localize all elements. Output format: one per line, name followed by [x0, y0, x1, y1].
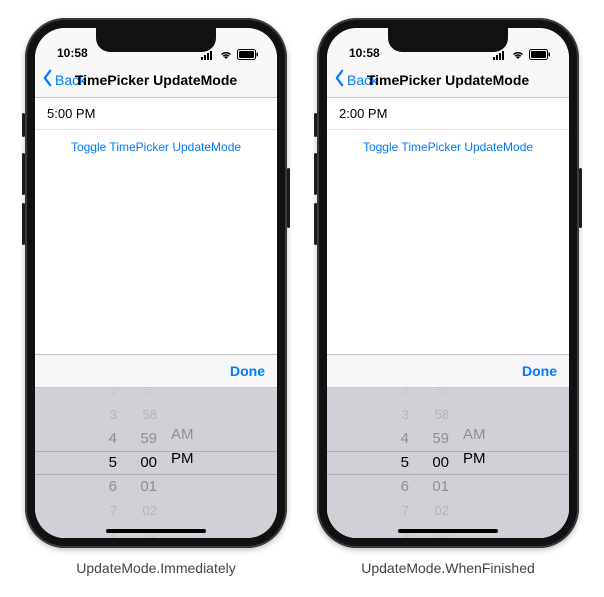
picker-item[interactable]: 3: [381, 403, 409, 427]
time-picker-wheel[interactable]: 2 3 4 5 6 7 8 57 58 59 00: [35, 388, 277, 538]
picker-item[interactable]: 7: [381, 499, 409, 523]
picker-item[interactable]: 00: [421, 451, 449, 475]
picker-item[interactable]: [171, 401, 203, 423]
picker-item[interactable]: 57: [129, 388, 157, 403]
time-picker-field[interactable]: 2:00 PM: [327, 98, 569, 130]
phone-frame-right: 10:58 Back TimePicker UpdateMode 2:0: [317, 18, 579, 548]
home-indicator[interactable]: [106, 529, 206, 533]
picker-item[interactable]: 01: [421, 475, 449, 499]
picker-toolbar: Done: [327, 354, 569, 388]
picker-item[interactable]: 3: [89, 403, 117, 427]
picker-item[interactable]: [463, 471, 495, 493]
chevron-left-icon: [333, 69, 346, 90]
picker-item[interactable]: PM: [463, 447, 495, 471]
picker-item[interactable]: AM: [171, 423, 203, 447]
status-time: 10:58: [349, 46, 380, 60]
picker-item[interactable]: [171, 494, 203, 516]
toggle-updatemode-button[interactable]: Toggle TimePicker UpdateMode: [327, 130, 569, 164]
picker-minute-column[interactable]: 57 58 59 00 01 02 03: [129, 388, 157, 538]
picker-minute-column[interactable]: 57 58 59 00 01 02 03: [421, 388, 449, 538]
time-picker-wheel[interactable]: 2 3 4 5 6 7 8 57 58 59 00: [327, 388, 569, 538]
chevron-left-icon: [41, 69, 54, 90]
picker-item[interactable]: 01: [129, 475, 157, 499]
picker-item[interactable]: 4: [89, 427, 117, 451]
picker-item[interactable]: 2: [89, 388, 117, 403]
picker-ampm-column[interactable]: AM PM: [463, 388, 495, 538]
picker-item[interactable]: [463, 401, 495, 423]
picker-item[interactable]: [171, 388, 203, 401]
toggle-updatemode-button[interactable]: Toggle TimePicker UpdateMode: [35, 130, 277, 164]
notch: [96, 28, 216, 52]
page-title: TimePicker UpdateMode: [75, 72, 237, 88]
battery-icon: [529, 49, 551, 60]
picker-item[interactable]: 58: [421, 403, 449, 427]
picker-item[interactable]: 58: [129, 403, 157, 427]
caption-left: UpdateMode.Immediately: [76, 560, 236, 576]
picker-item[interactable]: AM: [463, 423, 495, 447]
picker-item[interactable]: 57: [421, 388, 449, 403]
picker-item[interactable]: 6: [89, 475, 117, 499]
nav-bar: Back TimePicker UpdateMode: [327, 62, 569, 98]
wifi-icon: [219, 50, 233, 60]
picker-item[interactable]: 6: [381, 475, 409, 499]
picker-item[interactable]: [463, 516, 495, 538]
done-button[interactable]: Done: [230, 363, 265, 379]
picker-hour-column[interactable]: 2 3 4 5 6 7 8: [89, 388, 117, 538]
picker-item[interactable]: [463, 388, 495, 401]
picker-item[interactable]: 5: [381, 451, 409, 475]
picker-toolbar: Done: [35, 354, 277, 388]
picker-item[interactable]: 59: [421, 427, 449, 451]
picker-item[interactable]: [463, 494, 495, 516]
picker-item[interactable]: [171, 516, 203, 538]
picker-hour-column[interactable]: 2 3 4 5 6 7 8: [381, 388, 409, 538]
picker-ampm-column[interactable]: AM PM: [171, 388, 203, 538]
nav-bar: Back TimePicker UpdateMode: [35, 62, 277, 98]
wifi-icon: [511, 50, 525, 60]
picker-item[interactable]: 02: [421, 499, 449, 523]
notch: [388, 28, 508, 52]
status-time: 10:58: [57, 46, 88, 60]
home-indicator[interactable]: [398, 529, 498, 533]
page-title: TimePicker UpdateMode: [367, 72, 529, 88]
picker-item[interactable]: 00: [129, 451, 157, 475]
picker-item[interactable]: 2: [381, 388, 409, 403]
picker-item[interactable]: 02: [129, 499, 157, 523]
time-picker-field[interactable]: 5:00 PM: [35, 98, 277, 130]
picker-item[interactable]: 5: [89, 451, 117, 475]
done-button[interactable]: Done: [522, 363, 557, 379]
picker-item[interactable]: PM: [171, 447, 203, 471]
caption-right: UpdateMode.WhenFinished: [361, 560, 535, 576]
battery-icon: [237, 49, 259, 60]
phone-frame-left: 10:58 Back TimePicker UpdateMode 5:0: [25, 18, 287, 548]
picker-item[interactable]: 4: [381, 427, 409, 451]
picker-item[interactable]: 7: [89, 499, 117, 523]
picker-item[interactable]: 59: [129, 427, 157, 451]
picker-item[interactable]: [171, 471, 203, 493]
